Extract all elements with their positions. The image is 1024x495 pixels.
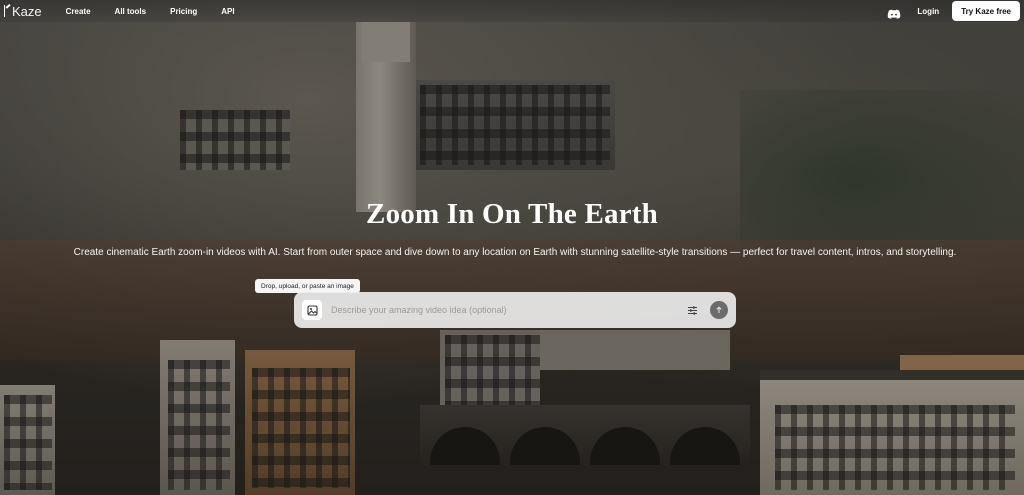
- nav-link-api[interactable]: API: [221, 7, 234, 16]
- send-button[interactable]: [710, 301, 728, 319]
- nav-link-all-tools[interactable]: All tools: [115, 7, 147, 16]
- try-kaze-free-button[interactable]: Try Kaze free: [952, 1, 1020, 21]
- nav-links: Create All tools Pricing API: [66, 7, 259, 16]
- kaze-logo-icon: [4, 5, 11, 17]
- logo-text: Kaze: [12, 3, 42, 19]
- settings-button[interactable]: [685, 303, 699, 317]
- prompt-bar: [294, 292, 736, 328]
- image-upload-tooltip: Drop, upload, or paste an image: [255, 279, 360, 293]
- hero-subtitle: Create cinematic Earth zoom-in videos wi…: [73, 247, 957, 258]
- top-navbar: Kaze Create All tools Pricing API Login …: [0, 0, 1024, 22]
- nav-link-create[interactable]: Create: [66, 7, 91, 16]
- kaze-logo[interactable]: Kaze: [4, 4, 42, 19]
- login-link[interactable]: Login: [917, 7, 939, 16]
- hero-title: Zoom In On The Earth: [366, 198, 658, 230]
- video-idea-input[interactable]: [331, 305, 685, 315]
- nav-link-pricing[interactable]: Pricing: [170, 7, 197, 16]
- image-upload-button[interactable]: [302, 300, 322, 320]
- nav-right: Login Try Kaze free: [887, 1, 1020, 21]
- image-upload-icon: [306, 304, 318, 316]
- sliders-icon: [687, 305, 697, 315]
- discord-icon[interactable]: [887, 6, 901, 19]
- arrow-up-icon: [716, 306, 722, 313]
